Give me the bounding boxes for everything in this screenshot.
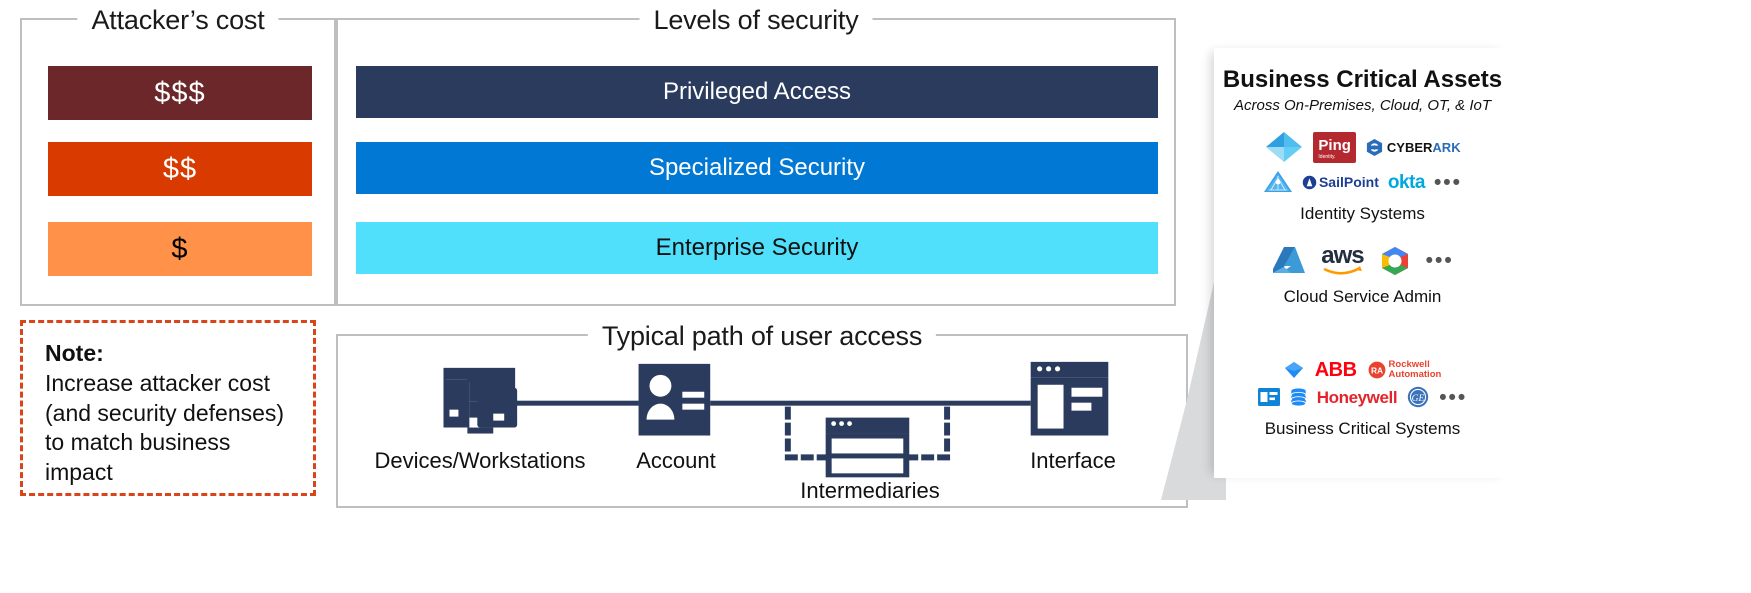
- identity-logo-row-1: Ping Identity. CYBERARK: [1214, 130, 1511, 164]
- account-badge-icon: [638, 363, 711, 436]
- ping-identity-icon: Ping Identity.: [1313, 131, 1356, 163]
- asset-group-label-cloud: Cloud Service Admin: [1283, 287, 1442, 306]
- ge-icon: GE: [1407, 386, 1429, 408]
- cost-bar-medium: $$: [48, 142, 312, 196]
- connector-devices-account: [505, 400, 639, 406]
- sap-diamond-icon: [1284, 361, 1304, 379]
- intermediaries-window-icon: [784, 406, 951, 478]
- level-bar-specialized-security: Specialized Security: [356, 142, 1158, 194]
- path-diagram: [443, 361, 1109, 478]
- note-callout: Note: Increase attacker cost (and securi…: [20, 320, 316, 496]
- asset-group-identity-systems: Ping Identity. CYBERARK SailPoint okta •…: [1214, 130, 1511, 224]
- connector-account-interface: [710, 400, 1031, 406]
- path-label-devices: Devices/Workstations: [374, 448, 586, 473]
- path-label-account: Account: [636, 448, 716, 473]
- asset-group-label-identity: Identity Systems: [1300, 204, 1425, 223]
- level-bar-privileged-access: Privileged Access: [356, 66, 1158, 118]
- asset-group-label-bcs: Business Critical Systems: [1264, 419, 1461, 438]
- levels-of-security-panel: Levels of security Privileged Access Spe…: [336, 5, 1176, 306]
- bcs-logo-row-1: ABB RA Rockwell Automation: [1214, 360, 1511, 380]
- cloud-more-dots: •••: [1425, 249, 1454, 272]
- bcs-more-dots: •••: [1439, 385, 1468, 409]
- svg-text:RA: RA: [1370, 366, 1382, 376]
- bcs-logo-row-2: Honeywell GE •••: [1214, 386, 1511, 408]
- funnel-connector: [1161, 100, 1226, 500]
- bca-title: Business Critical Assets: [1222, 66, 1503, 93]
- cost-bar-high: $$$: [48, 66, 312, 120]
- sailpoint-icon: SailPoint: [1302, 175, 1379, 190]
- dynamics-icon: [1257, 388, 1280, 406]
- rockwell-automation-icon: RA Rockwell Automation: [1368, 360, 1441, 379]
- typical-path-panel: Typical path of user access Devices/Work…: [336, 321, 1188, 508]
- identity-more-dots: •••: [1433, 170, 1463, 194]
- attacker-cost-title: Attacker’s cost: [77, 5, 279, 36]
- business-critical-assets-card: Business Critical Assets Across On-Premi…: [1214, 48, 1511, 478]
- active-directory-icon: [1263, 170, 1293, 194]
- diagram-canvas: Attacker’s cost $$$ $$ $ Note: Increase …: [0, 0, 1751, 593]
- aws-icon: aws: [1321, 244, 1365, 277]
- cyberark-icon: CYBERARK: [1365, 138, 1461, 157]
- azure-ad-icon: [1264, 130, 1304, 164]
- attacker-cost-panel: Attacker’s cost $$$ $$ $: [20, 5, 336, 306]
- oracle-db-icon: [1290, 387, 1307, 407]
- asset-group-business-critical-systems: ABB RA Rockwell Automation Honeywell GE …: [1214, 360, 1511, 439]
- svg-text:GE: GE: [1412, 394, 1425, 404]
- bca-subtitle: Across On-Premises, Cloud, OT, & IoT: [1233, 97, 1492, 114]
- azure-icon: [1271, 245, 1307, 277]
- levels-of-security-title: Levels of security: [639, 5, 873, 36]
- okta-icon: okta: [1387, 171, 1426, 193]
- path-label-intermediaries: Intermediaries: [800, 478, 940, 503]
- devices-workstations-icon: [443, 367, 518, 434]
- note-body: Increase attacker cost (and security def…: [45, 370, 285, 485]
- note-title: Note:: [45, 340, 104, 366]
- google-cloud-icon: [1378, 245, 1412, 277]
- asset-group-cloud-service-admin: aws ••• Cloud Service Admin: [1214, 244, 1511, 307]
- level-bar-enterprise-security: Enterprise Security: [356, 222, 1158, 274]
- honeywell-icon: Honeywell: [1316, 387, 1398, 407]
- cloud-logo-row: aws •••: [1214, 244, 1511, 277]
- abb-icon: ABB: [1314, 359, 1357, 381]
- cost-bar-low: $: [48, 222, 312, 276]
- identity-logo-row-2: SailPoint okta •••: [1214, 170, 1511, 194]
